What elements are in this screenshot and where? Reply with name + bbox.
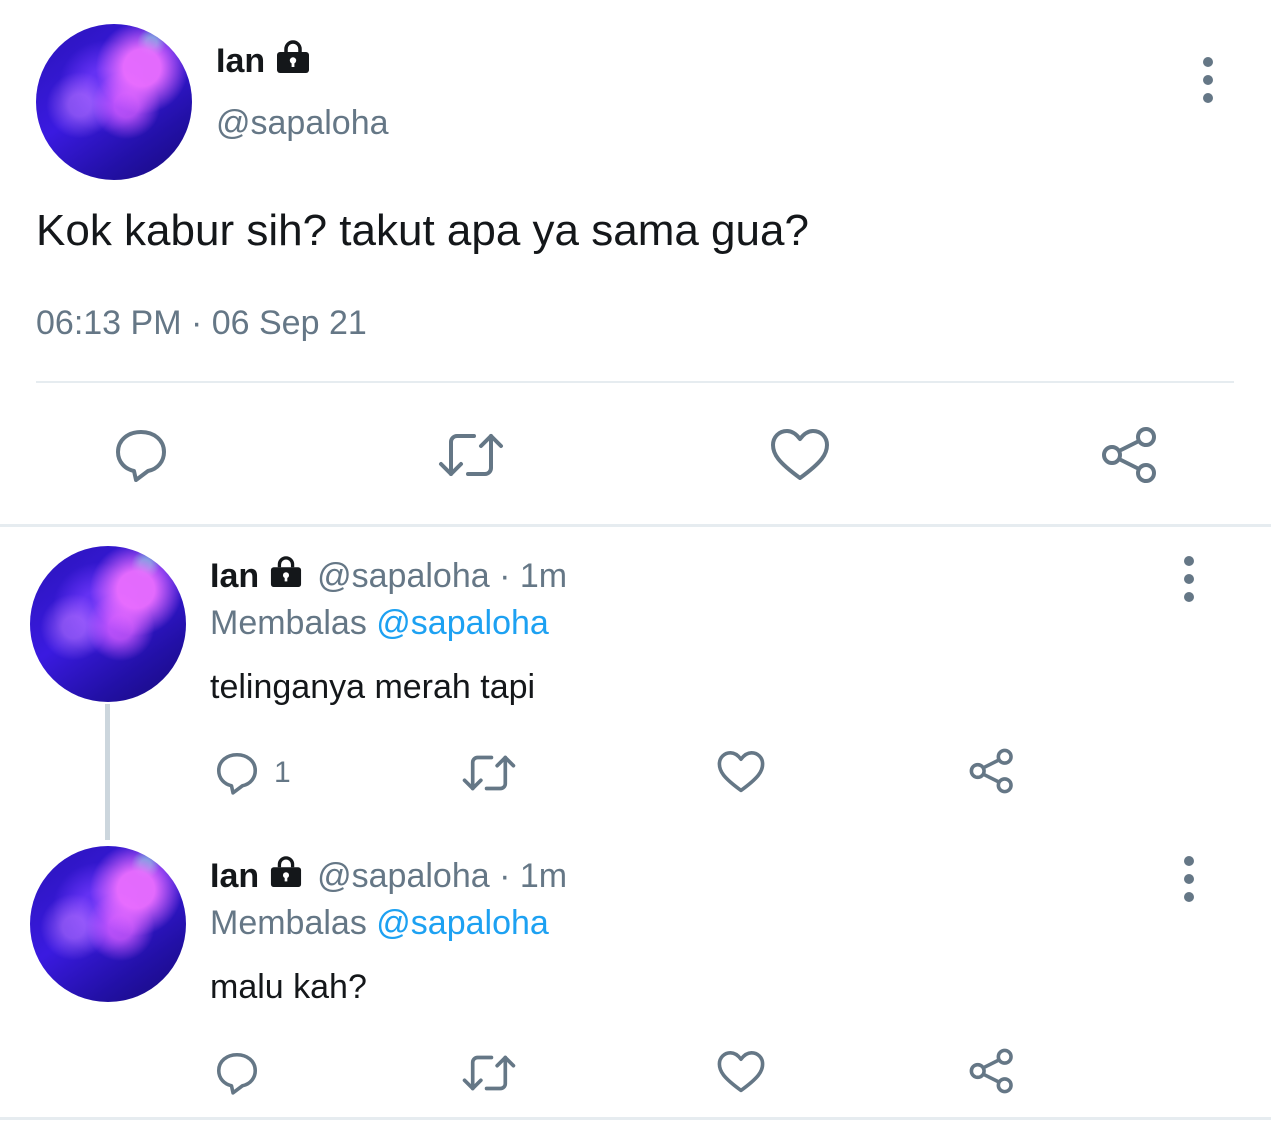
like-icon <box>717 751 765 793</box>
reply-2-mention-link[interactable]: @sapaloha <box>376 904 549 942</box>
share-icon <box>969 748 1013 794</box>
reply-1-replying-to: Membalas @sapaloha <box>210 604 549 643</box>
retweet-icon <box>462 1055 516 1091</box>
reply-2-replying-to: Membalas @sapaloha <box>210 904 549 943</box>
reply-icon <box>216 1052 258 1095</box>
reply-1-mention-link[interactable]: @sapaloha <box>376 604 549 642</box>
like-icon <box>771 429 829 480</box>
reply-2-header[interactable]: Ian @sapaloha · 1m <box>210 856 567 897</box>
thread-line <box>105 704 110 840</box>
retweet-button[interactable] <box>438 428 504 482</box>
reply-button[interactable] <box>112 426 170 484</box>
more-options-icon[interactable] <box>1181 556 1197 602</box>
reply-2-handle-time: @sapaloha · 1m <box>317 857 568 895</box>
reply-1-text: telinganya merah tapi <box>210 668 536 706</box>
reply-2-reply-button[interactable] <box>214 1050 274 1096</box>
reply-1-header[interactable]: Ian @sapaloha · 1m <box>210 556 567 597</box>
reply-1-retweet-button[interactable] <box>462 751 516 795</box>
main-tweet-divider <box>36 381 1234 383</box>
reply-1-like-button[interactable] <box>717 750 765 794</box>
replying-prefix: Membalas <box>210 904 367 942</box>
main-tweet-timestamp[interactable]: 06:13 PM · 06 Sep 21 <box>36 304 367 343</box>
main-tweet-author-name: Ian <box>216 42 266 80</box>
share-icon <box>1102 427 1156 483</box>
reply-1-handle-time: @sapaloha · 1m <box>317 557 568 595</box>
reply-1-share-button[interactable] <box>968 748 1016 794</box>
main-tweet-handle[interactable]: @sapaloha <box>216 104 389 143</box>
share-icon <box>969 1048 1013 1094</box>
replying-prefix: Membalas <box>210 604 367 642</box>
main-tweet-avatar[interactable] <box>36 24 192 180</box>
section-divider <box>0 524 1271 527</box>
reply-2-like-button[interactable] <box>717 1050 765 1094</box>
more-options-icon[interactable] <box>1181 856 1197 902</box>
reply-1-author-name: Ian <box>210 557 260 595</box>
bottom-divider <box>0 1117 1271 1120</box>
like-button[interactable] <box>770 428 830 482</box>
reply-2-text: malu kah? <box>210 968 367 1006</box>
main-tweet-author[interactable]: Ian <box>216 40 311 83</box>
lock-icon <box>269 556 303 597</box>
reply-1-avatar[interactable] <box>30 546 186 702</box>
retweet-icon <box>439 434 503 476</box>
reply-2-author-name: Ian <box>210 857 260 895</box>
reply-2-share-button[interactable] <box>968 1048 1016 1094</box>
main-tweet-text: Kok kabur sih? takut apa ya sama gua? <box>36 206 809 255</box>
reply-icon <box>216 752 258 795</box>
more-options-icon[interactable] <box>1200 57 1216 103</box>
reply-1-reply-count: 1 <box>274 756 291 789</box>
reply-icon <box>116 430 166 482</box>
lock-icon <box>275 40 311 83</box>
reply-2-avatar[interactable] <box>30 846 186 1002</box>
reply-2-retweet-button[interactable] <box>462 1051 516 1095</box>
retweet-icon <box>462 755 516 791</box>
reply-1-reply-button[interactable]: 1 <box>214 750 291 796</box>
lock-icon <box>269 856 303 897</box>
like-icon <box>717 1051 765 1093</box>
share-button[interactable] <box>1100 426 1160 484</box>
